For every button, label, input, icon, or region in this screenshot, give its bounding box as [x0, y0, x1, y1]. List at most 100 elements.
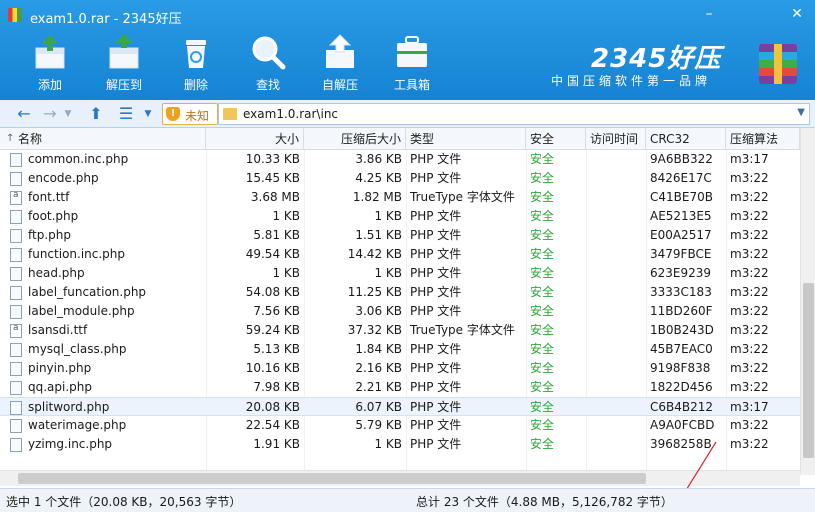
brand-banner: 2345好压 中国压缩软件第一品牌 [551, 36, 801, 92]
file-method: m3:17 [730, 400, 769, 414]
table-row[interactable]: label_funcation.php 54.08 KB 11.25 KB PHP 文… [0, 283, 800, 302]
file-method: m3:22 [730, 418, 769, 432]
table-row[interactable]: label_module.php 7.56 KB 3.06 KB PHP 文件 安全 11… [0, 302, 800, 321]
column-access-time[interactable]: 访问时间 [586, 128, 646, 150]
search-icon [252, 36, 286, 70]
file-name: lsansdi.ttf [28, 323, 88, 337]
file-size: 10.16 KB [245, 361, 300, 375]
table-row[interactable]: font.ttf 3.68 MB 1.82 MB TrueType 字体文件 安全 C41… [0, 188, 800, 207]
file-safety: 安全 [530, 342, 555, 356]
file-type: PHP 文件 [410, 342, 462, 356]
table-row[interactable]: waterimage.php 22.54 KB 5.79 KB PHP 文件 安全 A9A… [0, 416, 800, 435]
close-button[interactable]: ✕ [784, 4, 810, 24]
file-name: pinyin.php [28, 361, 92, 375]
table-row[interactable]: splitword.php 20.08 KB 6.07 KB PHP 文件 安全 C6B4… [0, 397, 800, 416]
view-dropdown-icon[interactable]: ▼ [142, 104, 154, 124]
view-list-icon[interactable]: ☰ [116, 104, 136, 124]
minimize-button[interactable]: – [696, 4, 722, 24]
table-row[interactable]: encode.php 15.45 KB 4.25 KB PHP 文件 安全 8426E17… [0, 169, 800, 188]
file-packed-size: 3.06 KB [355, 304, 402, 318]
file-size: 22.54 KB [245, 418, 300, 432]
file-packed-size: 1.51 KB [355, 228, 402, 242]
file-name: splitword.php [28, 400, 110, 414]
table-row[interactable]: qq.api.php 7.98 KB 2.21 KB PHP 文件 安全 1822D456… [0, 378, 800, 397]
file-size: 7.56 KB [253, 304, 300, 318]
file-crc32: C41BE70B [650, 190, 713, 204]
file-type: PHP 文件 [410, 437, 462, 451]
file-safety: 安全 [530, 304, 555, 318]
table-row[interactable]: lsansdi.ttf 59.24 KB 37.32 KB TrueType 字体文件… [0, 321, 800, 340]
add-button[interactable]: 添加 [20, 30, 80, 96]
file-safety: 安全 [530, 247, 555, 261]
file-type: PHP 文件 [410, 380, 462, 394]
table-row[interactable]: mysql_class.php 5.13 KB 1.84 KB PHP 文件 安全 45B… [0, 340, 800, 359]
column-type[interactable]: 类型 [406, 128, 526, 150]
file-safety: 安全 [530, 171, 555, 185]
table-row[interactable]: foot.php 1 KB 1 KB PHP 文件 安全 AE5213E5 m3:22 [0, 207, 800, 226]
file-method: m3:22 [730, 209, 769, 223]
brand-name: 2345好压 [591, 44, 722, 74]
back-arrow-icon[interactable]: ← [14, 104, 34, 124]
php-file-icon [10, 248, 22, 262]
add-box-icon [35, 35, 65, 69]
table-row[interactable]: ftp.php 5.81 KB 1.51 KB PHP 文件 安全 E00A2517 m3:… [0, 226, 800, 245]
file-name: ftp.php [28, 228, 71, 242]
file-size: 49.54 KB [245, 247, 300, 261]
security-status-badge[interactable]: ! 未知 [162, 103, 218, 125]
file-packed-size: 6.07 KB [355, 400, 402, 414]
horizontal-scroll-thumb[interactable] [18, 473, 646, 484]
table-row[interactable]: pinyin.php 10.16 KB 2.16 KB PHP 文件 安全 9198F83… [0, 359, 800, 378]
app-logo-icon [8, 8, 22, 22]
file-safety: 安全 [530, 285, 555, 299]
column-name-label: 名称 [18, 132, 43, 146]
column-packed-size[interactable]: 压缩后大小 [304, 128, 406, 150]
php-file-icon [10, 438, 22, 452]
php-file-icon [10, 153, 22, 167]
file-packed-size: 2.21 KB [355, 380, 402, 394]
column-method[interactable]: 压缩算法 [726, 128, 800, 150]
file-safety: 安全 [530, 418, 555, 432]
path-dropdown-icon[interactable]: ▼ [797, 107, 805, 118]
delete-button[interactable]: 删除 [166, 30, 226, 96]
file-method: m3:17 [730, 152, 769, 166]
column-name[interactable]: ↑ 名称 [0, 128, 206, 150]
file-method: m3:22 [730, 304, 769, 318]
table-row[interactable]: function.inc.php 49.54 KB 14.42 KB PHP 文件 安全… [0, 245, 800, 264]
file-name: foot.php [28, 209, 79, 223]
php-file-icon [10, 172, 22, 186]
find-button[interactable]: 查找 [238, 30, 298, 96]
file-safety: 安全 [530, 380, 555, 394]
file-size: 7.98 KB [253, 380, 300, 394]
file-safety: 安全 [530, 266, 555, 280]
toolbar-area: exam1.0.rar - 2345好压 – ✕ 添加 解压到 删除 查找 自解… [0, 0, 815, 100]
extract-to-button[interactable]: 解压到 [94, 30, 154, 96]
path-field[interactable]: exam1.0.rar\inc ▼ [218, 103, 810, 125]
toolbox-icon [397, 36, 427, 67]
vertical-scrollbar[interactable] [800, 128, 815, 475]
self-extract-button[interactable]: 自解压 [310, 30, 370, 96]
file-name: label_module.php [28, 304, 135, 318]
column-size[interactable]: 大小 [206, 128, 304, 150]
file-crc32: C6B4B212 [650, 400, 714, 414]
php-file-icon [10, 381, 22, 395]
forward-arrow-icon[interactable]: → [40, 104, 60, 124]
file-crc32: 45B7EAC0 [650, 342, 713, 356]
column-safety[interactable]: 安全 [526, 128, 586, 150]
toolbox-button[interactable]: 工具箱 [382, 30, 442, 96]
file-crc32: 8426E17C [650, 171, 712, 185]
shield-icon: ! [166, 107, 180, 121]
file-safety: 安全 [530, 190, 555, 204]
up-folder-icon[interactable]: ⬆ [86, 104, 106, 124]
file-crc32: 623E9239 [650, 266, 712, 280]
self-extract-label: 自解压 [321, 78, 358, 92]
column-crc32[interactable]: CRC32 [646, 128, 726, 150]
file-safety: 安全 [530, 361, 555, 375]
window-title: exam1.0.rar - 2345好压 [30, 12, 182, 27]
vertical-scroll-thumb[interactable] [803, 283, 814, 458]
file-size: 1 KB [272, 266, 300, 280]
list-header: ↑ 名称 大小 压缩后大小 类型 安全 访问时间 CRC32 压缩算法 [0, 128, 800, 150]
table-row[interactable]: head.php 1 KB 1 KB PHP 文件 安全 623E9239 m3:22 [0, 264, 800, 283]
table-row[interactable]: common.inc.php 10.33 KB 3.86 KB PHP 文件 安全 9A6… [0, 150, 800, 169]
history-dropdown-icon[interactable]: ▼ [62, 104, 74, 124]
php-file-icon [10, 305, 22, 319]
